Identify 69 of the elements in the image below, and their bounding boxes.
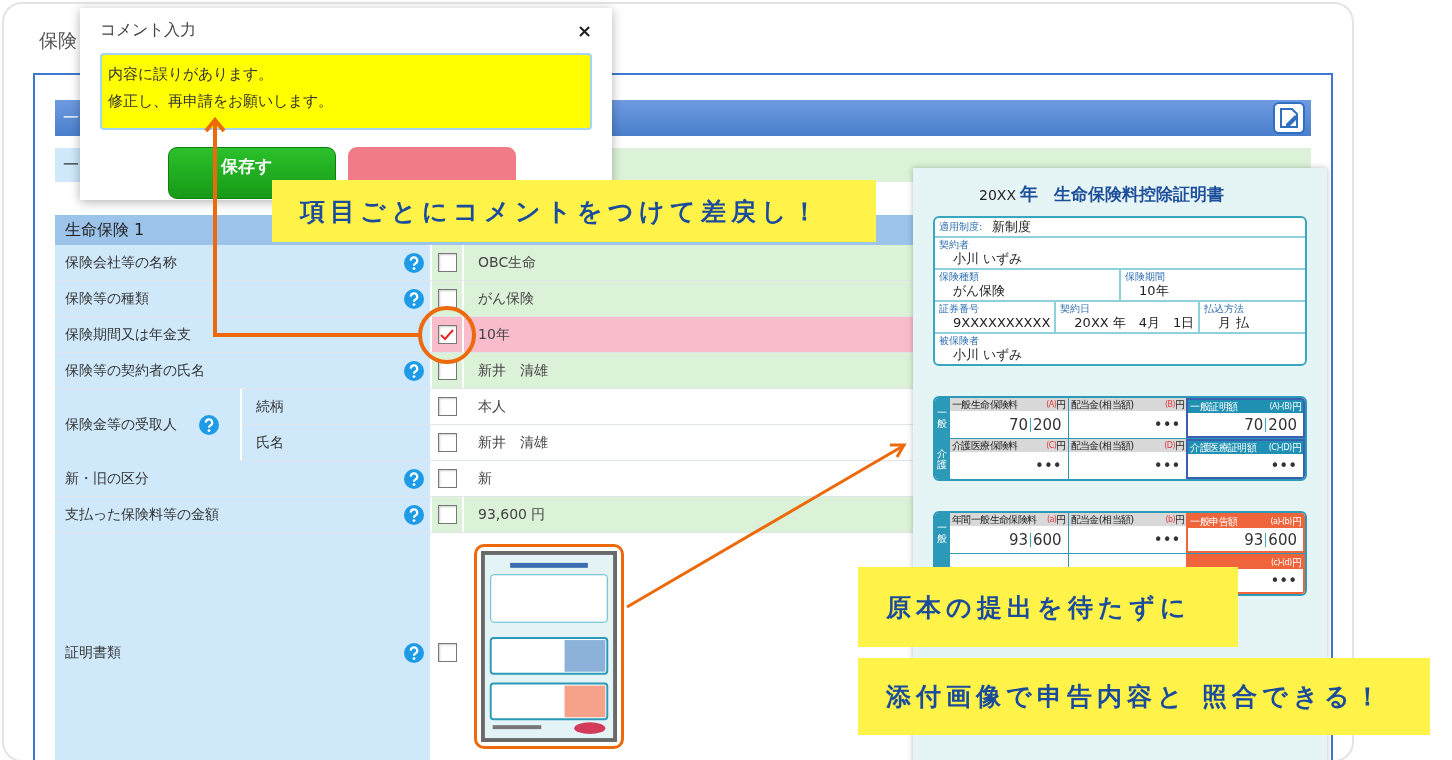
field-label: 保険等の契約者の氏名: [65, 361, 205, 380]
info-value: 新制度: [992, 219, 1032, 234]
info-label: 適用制度:: [939, 220, 983, 233]
amount-value: •••: [1270, 571, 1297, 590]
amount-value: •••: [1153, 530, 1181, 549]
info-value: 月 払: [1217, 315, 1250, 330]
side-label: 一般: [935, 398, 949, 438]
side-label: 一般: [935, 513, 949, 553]
amount-label: (c)-(d)円: [1188, 556, 1303, 569]
info-label: 証券番号: [939, 303, 980, 315]
highlight-circle: [418, 306, 476, 364]
info-value: がん保険: [952, 283, 1006, 298]
field-label: 支払った保険料等の金額: [65, 505, 219, 524]
amount-label: 一般生命保険料 (A)円: [950, 398, 1068, 411]
checkbox[interactable]: [437, 325, 457, 344]
page-title: 保険: [39, 29, 77, 51]
checkbox[interactable]: [437, 397, 457, 416]
amount-label: 一般証明額 (A)-(B)円: [1188, 400, 1303, 413]
sub-label: 続柄: [242, 389, 430, 424]
info-label: 払込方法: [1204, 303, 1246, 315]
close-button[interactable]: ×: [576, 19, 592, 41]
checkbox[interactable]: [437, 289, 457, 308]
help-icon[interactable]: [404, 288, 424, 309]
document-icon[interactable]: [1273, 102, 1305, 134]
callout: 項目ごとにコメントをつけて差戻し！: [272, 180, 876, 242]
info-value: 20XX 年 4月 1日: [1073, 315, 1195, 330]
dialog-title: コメント入力: [100, 19, 196, 41]
amount-value: 600: [1268, 530, 1297, 549]
info-label: 保険種類: [939, 271, 980, 283]
help-icon[interactable]: [404, 504, 424, 525]
checkbox[interactable]: [437, 253, 457, 272]
amount-label: 配当金(相当額) (b)円: [1068, 513, 1187, 526]
field-label: 保険期間又は年金支: [65, 325, 191, 344]
help-icon[interactable]: [199, 415, 219, 435]
field-label: 保険会社等の名称: [65, 253, 177, 272]
checkbox[interactable]: [437, 433, 457, 452]
certificate-title: 20XX 年 生命保険料控除証明書: [978, 182, 1225, 206]
amount-label: 介護医療証明額 (C)-(D)円: [1188, 441, 1303, 454]
comment-field[interactable]: 内容に誤りがあります。 修正し、再申請をお願いします。: [100, 53, 592, 130]
checkbox[interactable]: [437, 469, 457, 488]
amount-value: 93: [1008, 530, 1028, 549]
amount-value: 93: [1244, 530, 1264, 549]
info-value: 9XXXXXXXXXX: [952, 315, 1051, 330]
header-title: 一: [63, 107, 79, 129]
help-icon[interactable]: [404, 468, 424, 489]
checkbox[interactable]: [437, 505, 457, 524]
sub-label: 氏名: [242, 425, 430, 460]
amount-value: 600: [1033, 530, 1062, 549]
help-icon[interactable]: [404, 252, 424, 273]
field-label: 保険金等の受取人: [65, 416, 177, 434]
field-label: 新・旧の区分: [65, 469, 149, 488]
field-label: 証明書類: [65, 643, 121, 662]
field-label: 保険等の種類: [65, 289, 149, 308]
amount-label: 介護医療保険料 (C)円: [950, 439, 1068, 452]
info-value: 10年: [1138, 283, 1170, 298]
info-label: 保険期間: [1125, 271, 1166, 283]
amount-label: 配当金(相当額) (D)円: [1068, 439, 1187, 452]
help-icon[interactable]: [404, 642, 424, 663]
amount-label: 配当金(相当額) (B)円: [1068, 398, 1187, 411]
callout: 原本の提出を待たずに: [858, 567, 1238, 647]
side-label: 介護: [935, 439, 949, 479]
checkbox[interactable]: [437, 643, 457, 662]
amount-label: 年間一般生命保険料 (a)円: [950, 513, 1068, 526]
info-label: 被保険者: [939, 335, 980, 347]
help-icon[interactable]: [404, 360, 424, 381]
callout: 添付画像で申告内容と 照合できる！: [858, 658, 1430, 735]
info-value: 小川 いずみ: [952, 251, 1024, 266]
amount-label: 一般申告額 (a)-(b)円: [1188, 515, 1303, 528]
info-label: 契約日: [1060, 303, 1092, 315]
